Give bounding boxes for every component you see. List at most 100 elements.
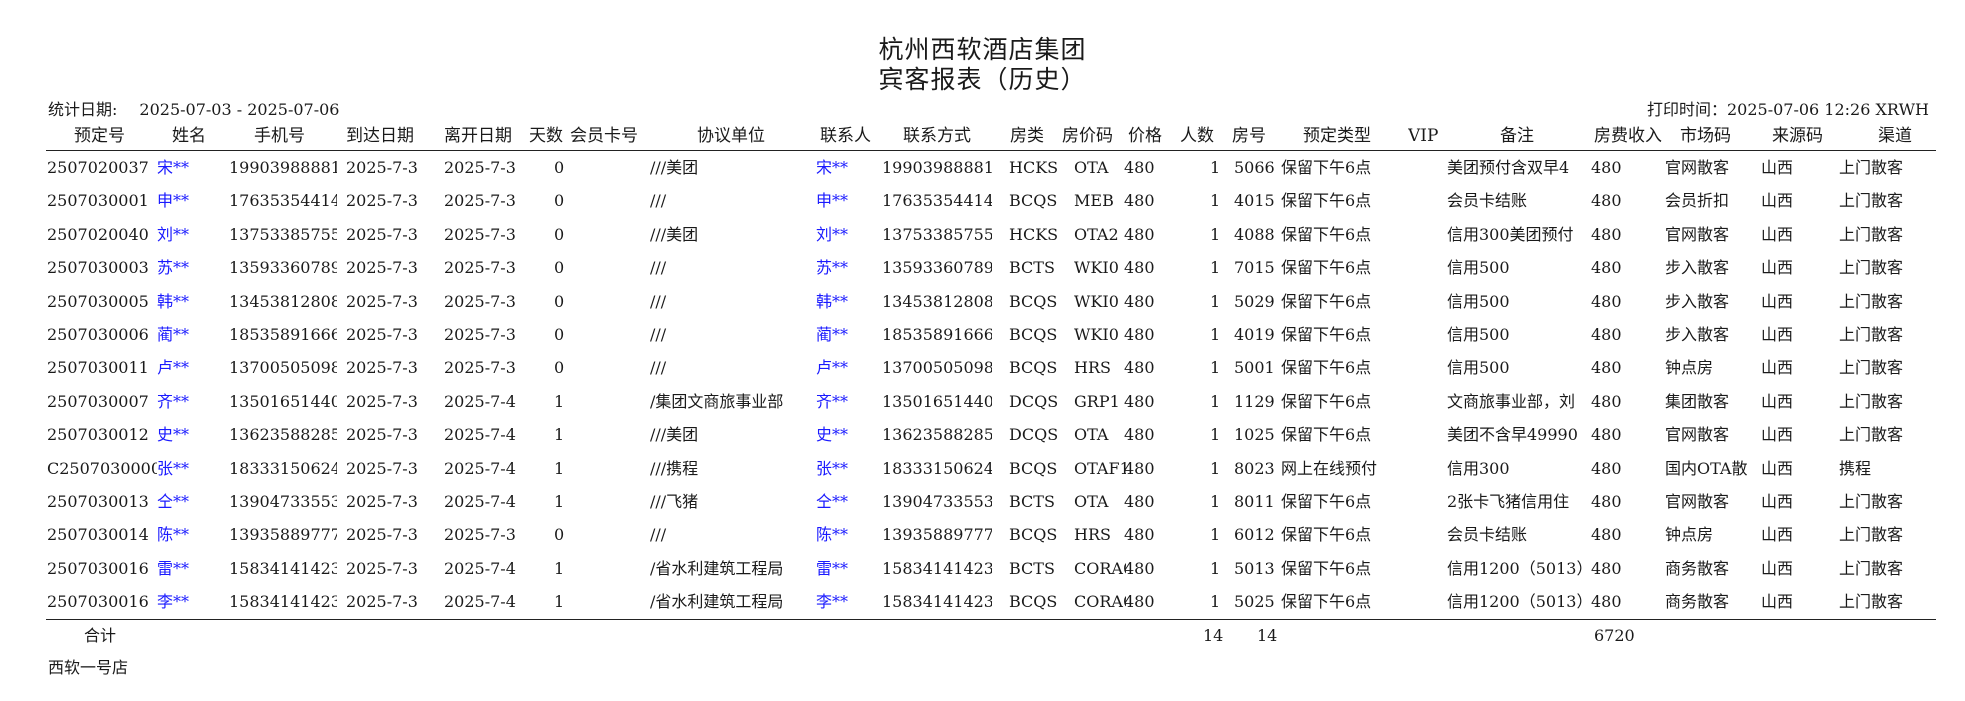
cell-room-revenue: 480 [1591,191,1622,210]
cell-person-count: 1 [1210,425,1221,444]
cell-source-code: 山西 [1761,425,1794,444]
cell-agreement-unit: ///美团 [650,158,699,177]
cell-agreement-unit: /// [650,191,667,210]
cell-room-number: 7015 [1234,258,1275,277]
cell-source-code: 山西 [1761,392,1794,411]
cell-room-revenue: 480 [1591,358,1622,377]
total-rooms: 14 [1257,626,1278,645]
cell-remark: 会员卡结账 [1447,525,1528,544]
cell-reservation-number: 2507030014 [47,525,149,544]
cell-channel: 上门散客 [1839,392,1904,411]
cell-contact-person: 蔺** [816,325,849,344]
cell-room-revenue: 480 [1591,559,1622,578]
cell-reservation-number: 2507020040 [47,225,149,244]
cell-contact-person: 李** [816,592,849,611]
cell-reservation-type: 保留下午6点 [1281,425,1372,444]
column-header-contact-phone: 联系方式 [903,126,971,146]
cell-price: 480 [1124,191,1155,210]
cell-rate-code: WKI0 [1074,292,1119,311]
cell-reservation-type: 保留下午6点 [1281,492,1372,511]
cell-remark: 2张卡飞猪信用住 [1447,492,1570,511]
date-range: 统计日期: 2025-07-03 - 2025-07-06 [48,96,339,120]
cell-room-number: 1129 [1234,392,1275,411]
cell-room-type: BCQS [1009,525,1058,544]
cell-source-code: 山西 [1761,459,1794,478]
cell-arrival-date: 2025-7-3 [346,325,418,344]
cell-price: 480 [1124,492,1155,511]
cell-room-revenue: 480 [1591,392,1622,411]
cell-rate-code: OTA [1074,425,1109,444]
cell-reservation-type: 保留下午6点 [1281,191,1372,210]
cell-remark: 信用1200（5013） [1447,592,1591,611]
cell-guest-name: 申** [157,191,190,210]
cell-market-code: 商务散客 [1665,559,1730,578]
cell-reservation-number: C2507030000 [47,459,157,478]
cell-contact-phone: 13501651440 [882,392,992,411]
cell-contact-phone: 15834141423 [882,592,992,611]
cell-rate-code: HRS [1074,525,1111,544]
cell-guest-name: 陈** [157,525,190,544]
cell-reservation-number: 2507030001 [47,191,149,210]
cell-arrival-date: 2025-7-3 [346,191,418,210]
cell-room-type: BCTS [1009,492,1055,511]
cell-mobile-number: 19903988881 [229,158,337,177]
cell-arrival-date: 2025-7-3 [346,258,418,277]
cell-contact-phone: 18535891666 [882,325,992,344]
cell-mobile-number: 18333150624 [229,459,337,478]
cell-market-code: 商务散客 [1665,592,1730,611]
cell-reservation-type: 保留下午6点 [1281,358,1372,377]
cell-departure-date: 2025-7-4 [444,592,516,611]
cell-contact-phone: 15834141423 [882,559,992,578]
column-header-person-count: 人数 [1180,126,1214,146]
cell-room-revenue: 480 [1591,425,1622,444]
cell-remark: 美团预付含双早4 [1447,158,1570,177]
cell-price: 480 [1124,358,1155,377]
cell-contact-phone: 13753385755 [882,225,992,244]
cell-arrival-date: 2025-7-3 [346,592,418,611]
cell-channel: 上门散客 [1839,225,1904,244]
cell-room-number: 5013 [1234,559,1275,578]
cell-room-type: BCQS [1009,191,1058,210]
cell-arrival-date: 2025-7-3 [346,392,418,411]
cell-person-count: 1 [1210,592,1221,611]
cell-source-code: 山西 [1761,225,1794,244]
cell-person-count: 1 [1210,358,1221,377]
cell-agreement-unit: /// [650,358,667,377]
cell-room-revenue: 480 [1591,492,1622,511]
cell-agreement-unit: ///飞猪 [650,492,699,511]
total-label: 合计 [84,626,117,645]
column-header-guest-name: 姓名 [172,126,206,146]
cell-room-revenue: 480 [1591,592,1622,611]
cell-reservation-number: 2507030006 [47,325,149,344]
cell-person-count: 1 [1210,158,1221,177]
cell-guest-name: 蔺** [157,325,190,344]
cell-contact-person: 刘** [816,225,849,244]
total-rule [46,619,1936,620]
cell-nights: 1 [554,459,565,478]
column-header-room-revenue: 房费收入 [1594,126,1662,146]
cell-reservation-number: 2507030016 [47,559,149,578]
cell-remark: 信用300 [1447,459,1510,478]
cell-mobile-number: 17635354414 [229,191,337,210]
cell-agreement-unit: ///美团 [650,225,699,244]
cell-market-code: 官网散客 [1665,225,1730,244]
cell-agreement-unit: /省水利建筑工程局 [650,559,784,578]
cell-nights: 0 [554,258,565,277]
cell-contact-person: 史** [816,425,849,444]
cell-contact-phone: 13904733553 [882,492,992,511]
cell-reservation-number: 2507030013 [47,492,149,511]
cell-departure-date: 2025-7-3 [444,158,516,177]
cell-remark: 信用1200（5013） [1447,559,1591,578]
cell-mobile-number: 15834141423 [229,559,337,578]
cell-room-type: BCQS [1009,592,1058,611]
cell-person-count: 1 [1210,191,1221,210]
cell-person-count: 1 [1210,559,1221,578]
cell-reservation-type: 保留下午6点 [1281,158,1372,177]
cell-reservation-type: 保留下午6点 [1281,559,1372,578]
cell-contact-person: 苏** [816,258,849,277]
cell-mobile-number: 13700505098 [229,358,337,377]
cell-room-type: BCQS [1009,459,1058,478]
cell-nights: 1 [554,425,565,444]
cell-guest-name: 卢** [157,358,190,377]
cell-contact-phone: 18333150624 [882,459,992,478]
